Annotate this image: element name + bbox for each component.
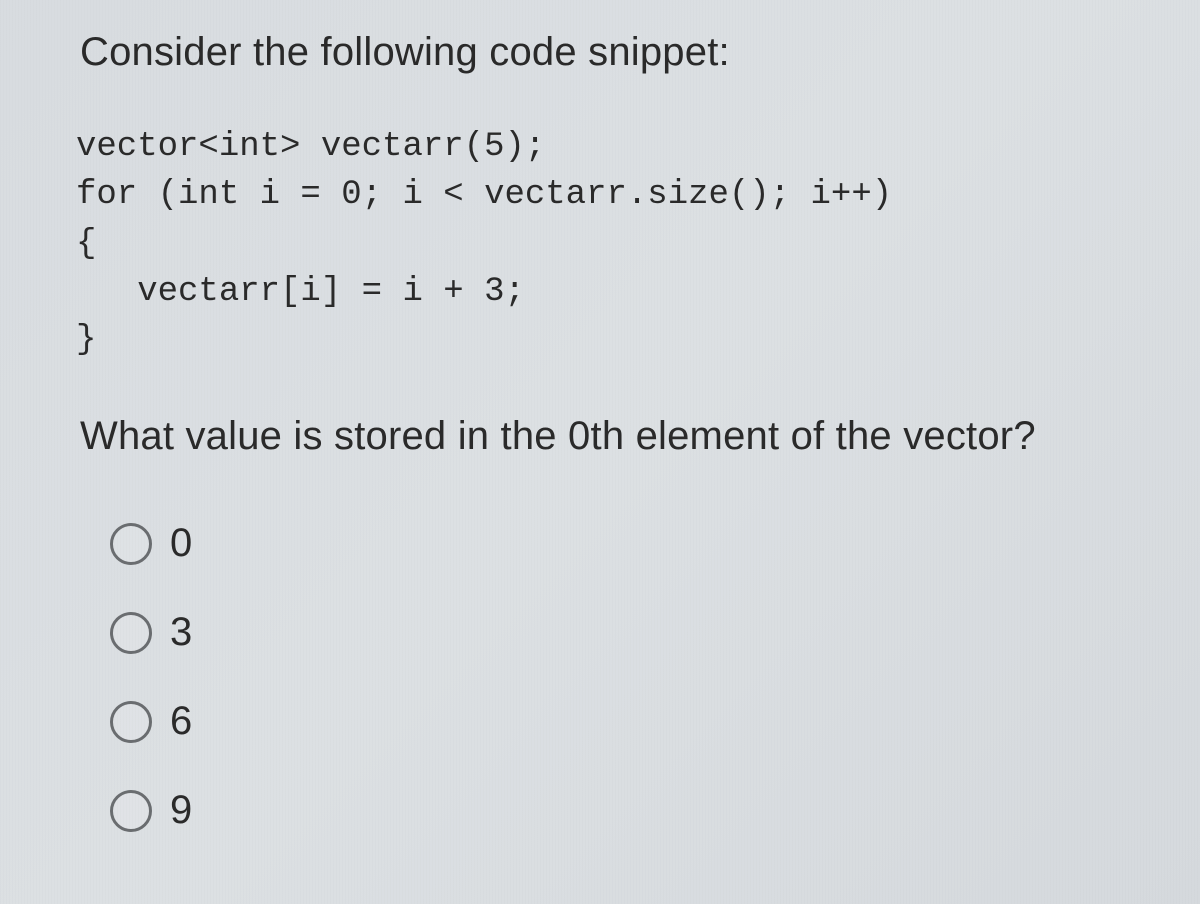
radio-icon[interactable] [110,612,152,654]
option-0[interactable]: 0 [110,521,1120,566]
question-intro: Consider the following code snippet: [80,30,1120,75]
option-label: 9 [170,788,192,833]
radio-icon[interactable] [110,701,152,743]
option-3[interactable]: 9 [110,788,1120,833]
code-snippet: vector<int> vectarr(5); for (int i = 0; … [76,123,1120,364]
option-label: 3 [170,610,192,655]
option-1[interactable]: 3 [110,610,1120,655]
options-group: 0 3 6 9 [80,521,1120,833]
radio-icon[interactable] [110,523,152,565]
option-label: 6 [170,699,192,744]
option-2[interactable]: 6 [110,699,1120,744]
radio-icon[interactable] [110,790,152,832]
option-label: 0 [170,521,192,566]
question-text: What value is stored in the 0th element … [80,414,1120,459]
